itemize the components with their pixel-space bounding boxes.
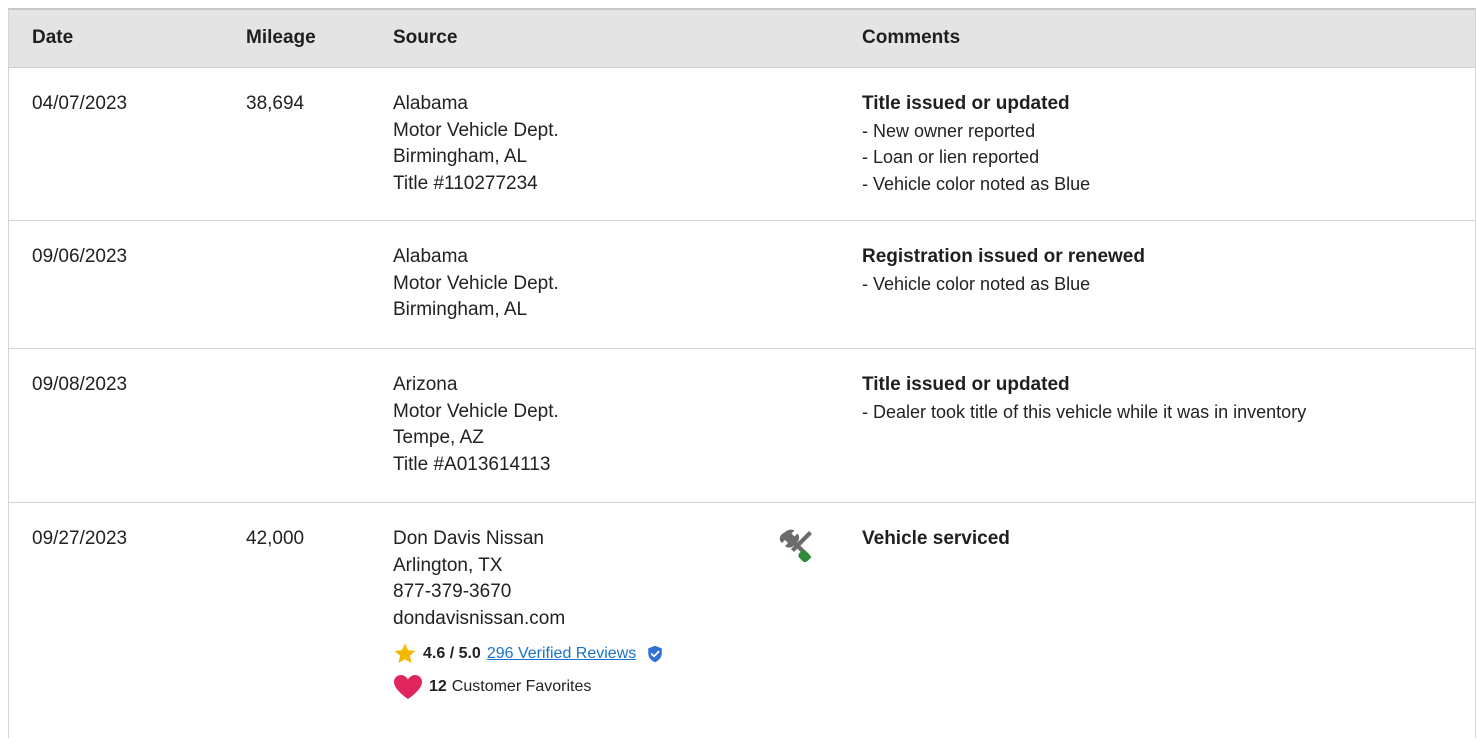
source-line: Arizona bbox=[393, 374, 458, 395]
comment-detail: - Loan or lien reported bbox=[862, 147, 1040, 167]
header-comments: Comments bbox=[862, 27, 961, 48]
favorites-label: Customer Favorites bbox=[451, 678, 592, 695]
comment-headline: Vehicle serviced bbox=[862, 528, 1010, 549]
star-icon bbox=[394, 643, 416, 663]
source-line: Alabama bbox=[393, 93, 468, 114]
source-line: Alabama bbox=[393, 246, 468, 267]
table-row: 09/27/2023 42,000 Don Davis Nissan Arlin… bbox=[9, 503, 1475, 743]
source-line: Title #110277234 bbox=[393, 172, 538, 194]
row-source: Don Davis Nissan Arlington, TX 877-379-3… bbox=[393, 526, 753, 700]
dealer-website: dondavisnissan.com bbox=[393, 607, 566, 629]
header-mileage: Mileage bbox=[246, 27, 316, 48]
source-line: Motor Vehicle Dept. bbox=[393, 272, 559, 294]
row-date: 09/06/2023 bbox=[32, 246, 128, 267]
comment-headline: Registration issued or renewed bbox=[862, 246, 1145, 267]
source-line: Birmingham, AL bbox=[393, 299, 528, 320]
row-comments: Title issued or updated - Dealer took ti… bbox=[862, 372, 1462, 425]
vehicle-history-table: Date Mileage Source Comments 04/07/2023 … bbox=[8, 8, 1476, 738]
row-source: Arizona Motor Vehicle Dept. Tempe, AZ Ti… bbox=[393, 372, 753, 478]
row-date: 09/27/2023 bbox=[32, 528, 128, 549]
comment-headline: Title issued or updated bbox=[862, 93, 1070, 114]
customer-favorites: 12 Customer Favorites bbox=[393, 674, 753, 700]
table-row: 09/08/2023 Arizona Motor Vehicle Dept. T… bbox=[9, 349, 1475, 503]
row-comments: Vehicle serviced bbox=[862, 526, 1462, 553]
source-line: Motor Vehicle Dept. bbox=[393, 400, 559, 422]
favorites-count: 12 bbox=[429, 678, 447, 695]
comment-detail: - New owner reported bbox=[862, 120, 1036, 141]
verified-shield-icon bbox=[648, 645, 662, 663]
wrench-screwdriver-icon bbox=[779, 529, 812, 563]
table-row: 09/06/2023 Alabama Motor Vehicle Dept. B… bbox=[9, 221, 1475, 349]
source-line: Birmingham, AL bbox=[393, 146, 528, 167]
row-source: Alabama Motor Vehicle Dept. Birmingham, … bbox=[393, 244, 753, 324]
verified-reviews-link[interactable]: 296 Verified Reviews bbox=[487, 643, 636, 665]
comment-detail: - Dealer took title of this vehicle whil… bbox=[862, 401, 1307, 422]
source-line: Motor Vehicle Dept. bbox=[393, 119, 559, 141]
comment-headline: Title issued or updated bbox=[862, 374, 1070, 395]
header-date: Date bbox=[32, 27, 74, 48]
comment-detail: - Vehicle color noted as Blue bbox=[862, 173, 1091, 194]
comment-detail: - Vehicle color noted as Blue bbox=[862, 273, 1091, 294]
table-header: Date Mileage Source Comments bbox=[9, 10, 1475, 68]
dealer-name: Don Davis Nissan bbox=[393, 528, 544, 549]
dealer-phone: 877-379-3670 bbox=[393, 581, 512, 602]
row-date: 04/07/2023 bbox=[32, 93, 128, 114]
dealer-rating: 4.6 / 5.0 296 Verified Reviews bbox=[393, 642, 753, 666]
dealer-location: Arlington, TX bbox=[393, 554, 503, 576]
row-date: 09/08/2023 bbox=[32, 374, 128, 395]
rating-score: 4.6 / 5.0 bbox=[423, 645, 481, 662]
row-comments: Registration issued or renewed - Vehicle… bbox=[862, 244, 1462, 297]
row-source: Alabama Motor Vehicle Dept. Birmingham, … bbox=[393, 91, 753, 197]
row-comments: Title issued or updated - New owner repo… bbox=[862, 91, 1462, 197]
header-source: Source bbox=[393, 27, 458, 48]
source-line: Tempe, AZ bbox=[393, 427, 484, 448]
row-mileage: 38,694 bbox=[246, 93, 305, 114]
row-mileage: 42,000 bbox=[246, 528, 305, 549]
heart-icon bbox=[394, 675, 422, 699]
source-line: Title #A013614113 bbox=[393, 453, 551, 475]
table-row: 04/07/2023 38,694 Alabama Motor Vehicle … bbox=[9, 68, 1475, 221]
